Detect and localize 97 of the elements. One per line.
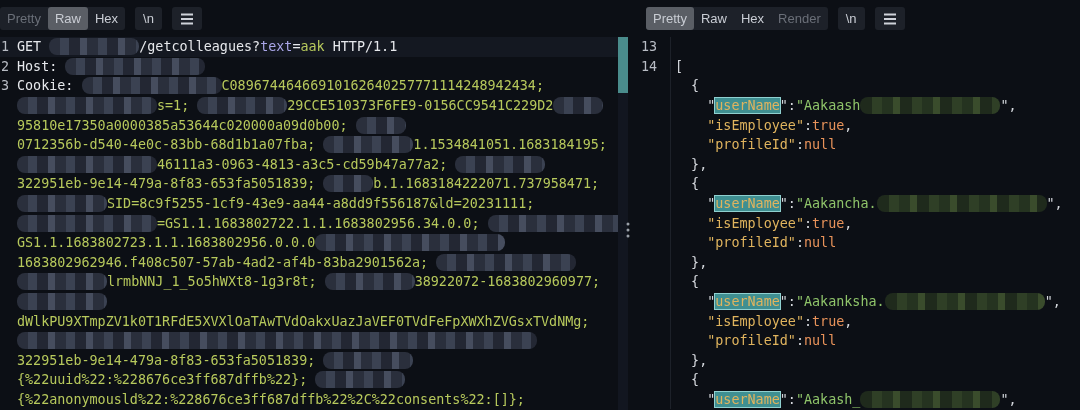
code-token: true [812,313,845,329]
code-token: GS1.1.1683802723.1.1.1683802956.0.0.0 [17,235,316,251]
code-token: ": [779,196,796,212]
code-token: " [706,98,716,114]
code-token: lrmbNNJ_1_5o5hWXt8-1g3r8t; [107,274,318,290]
view-tab[interactable]: Raw [693,7,734,30]
scrollbar-thumb[interactable] [618,37,628,93]
code-token: userName [715,98,780,114]
code-token: ", [1044,294,1061,309]
code-token: "Aakash_ [795,392,861,407]
line-number: 14 [640,58,658,74]
code-token: = [292,39,301,55]
code-token: SID=8c9f5255-1cf9-43e9-aa44-a8dd9f556187&ld=20231111; [107,196,535,212]
code-token: 0712356b-d540-4e0c-83bb-68d1b1a07fba; [17,137,317,153]
code-token: "isEmployee" [706,117,804,133]
code-token: ", [1000,98,1017,114]
code-token: 46111a3-0963-4813-a3c5-cd59b47a77a2; [157,156,449,172]
code-token: userName [715,294,780,309]
code-token: : [804,313,813,329]
code-token: , [844,215,853,231]
code-token: ": [779,98,796,114]
code-token: Cookie: [17,78,75,94]
code-token: : [795,333,804,349]
code-token: }, [690,352,708,368]
code-token: /getcolleagues? [139,39,261,55]
line-number: 13 [640,39,658,55]
code-token: " [706,196,716,212]
code-token: true [812,117,845,133]
redaction-mosaic [323,175,374,193]
code-token: =GS1.1.1683802722.1.1.1683802956.34.0.0; [157,215,481,231]
code-token: " [706,392,716,407]
code-token: {%22uuid%22:%228676ce3ff687dffb%22}; [17,372,309,388]
code-token: [ [675,58,684,74]
code-token: , [844,313,853,329]
code-token: : [795,235,804,251]
newline-button[interactable]: \n [135,7,162,30]
code-token: b.1.1683184222071.737958471; [373,176,600,192]
code-token: true [812,215,845,231]
code-token: 29CCE510373F6FE9-0156CC9541C229D2 [287,98,554,114]
code-token: s=1; [157,98,191,114]
code-token: "isEmployee" [706,313,804,329]
code-token: 95810e17350a0000385a53644c020000a09d0b00; [17,117,349,133]
line-number: 3 [0,78,10,94]
code-token: dWlkPU9XTmpZV1k0T1RFdE5XVXlOaTAwTVdOakxUazJaVEF0TVdFeFpXWXhZVGsxTVdNMg; [17,313,590,329]
code-token: { [690,372,700,388]
view-tab[interactable]: Hex [734,7,772,30]
code-token: { [690,274,700,290]
redaction-mosaic [553,97,604,115]
code-token: : [795,137,804,153]
code-token: 1683802962946.f408c507-57ab-4ad2-af4b-83ba2901562a; [17,254,430,270]
drag-handle-icon[interactable] [626,222,630,238]
code-token: {%22anonymousld%22:%228676ce3ff687dffb%22%2C%22consents%22:[]}; [17,392,525,407]
view-tab[interactable]: Hex [88,7,126,30]
code-token: { [690,78,700,94]
code-token: HTTP/1.1 [331,39,398,55]
code-token: ": [779,294,796,309]
code-token: "isEmployee" [706,215,804,231]
code-token: 322951eb-9e14-479a-8f83-653fa5051839; [17,352,317,368]
code-token: 322951eb-9e14-479a-8f83-653fa5051839; [17,176,317,192]
code-token: : [804,215,813,231]
code-token: }, [690,254,708,270]
code-token: aak [300,39,325,55]
code-token: "profileId" [706,333,796,349]
code-token: , [844,117,853,133]
code-token: "profileId" [706,235,796,251]
code-token: { [690,176,700,192]
code-token: 38922072-1683802960977; [414,274,601,290]
code-token: Host: [17,58,59,74]
code-token: text [260,39,293,55]
line-number: 1 [0,39,10,55]
newline-button[interactable]: \n [837,7,865,30]
code-token: " [706,294,716,309]
code-token: ": [779,392,796,407]
code-token: ", [1000,392,1017,407]
code-token: "Aakanksha. [795,294,885,309]
code-token: "Aakancha. [795,196,877,212]
view-tab[interactable]: Raw [47,7,88,30]
menu-icon [882,12,897,25]
code-token: 1.1534841051.1683184195; [413,137,607,153]
code-token: "profileId" [706,137,796,153]
redaction-mosaic [355,116,406,134]
menu-button[interactable] [171,7,202,30]
code-token: null [804,235,837,251]
menu-icon [179,12,194,25]
code-token: GET [17,39,43,55]
code-token: userName [715,196,780,212]
code-token: : [804,117,813,133]
code-token: null [804,137,837,153]
code-token: "Aakaash [795,98,861,114]
code-token: null [804,333,837,349]
code-token: ", [1046,196,1063,212]
view-tab[interactable]: Pretty [646,7,694,30]
code-token: C08967446466910162640257771114248942434; [221,78,544,94]
code-token: }, [690,156,708,172]
menu-button[interactable] [874,7,905,30]
line-number: 2 [0,58,10,74]
code-token: userName [715,392,780,407]
